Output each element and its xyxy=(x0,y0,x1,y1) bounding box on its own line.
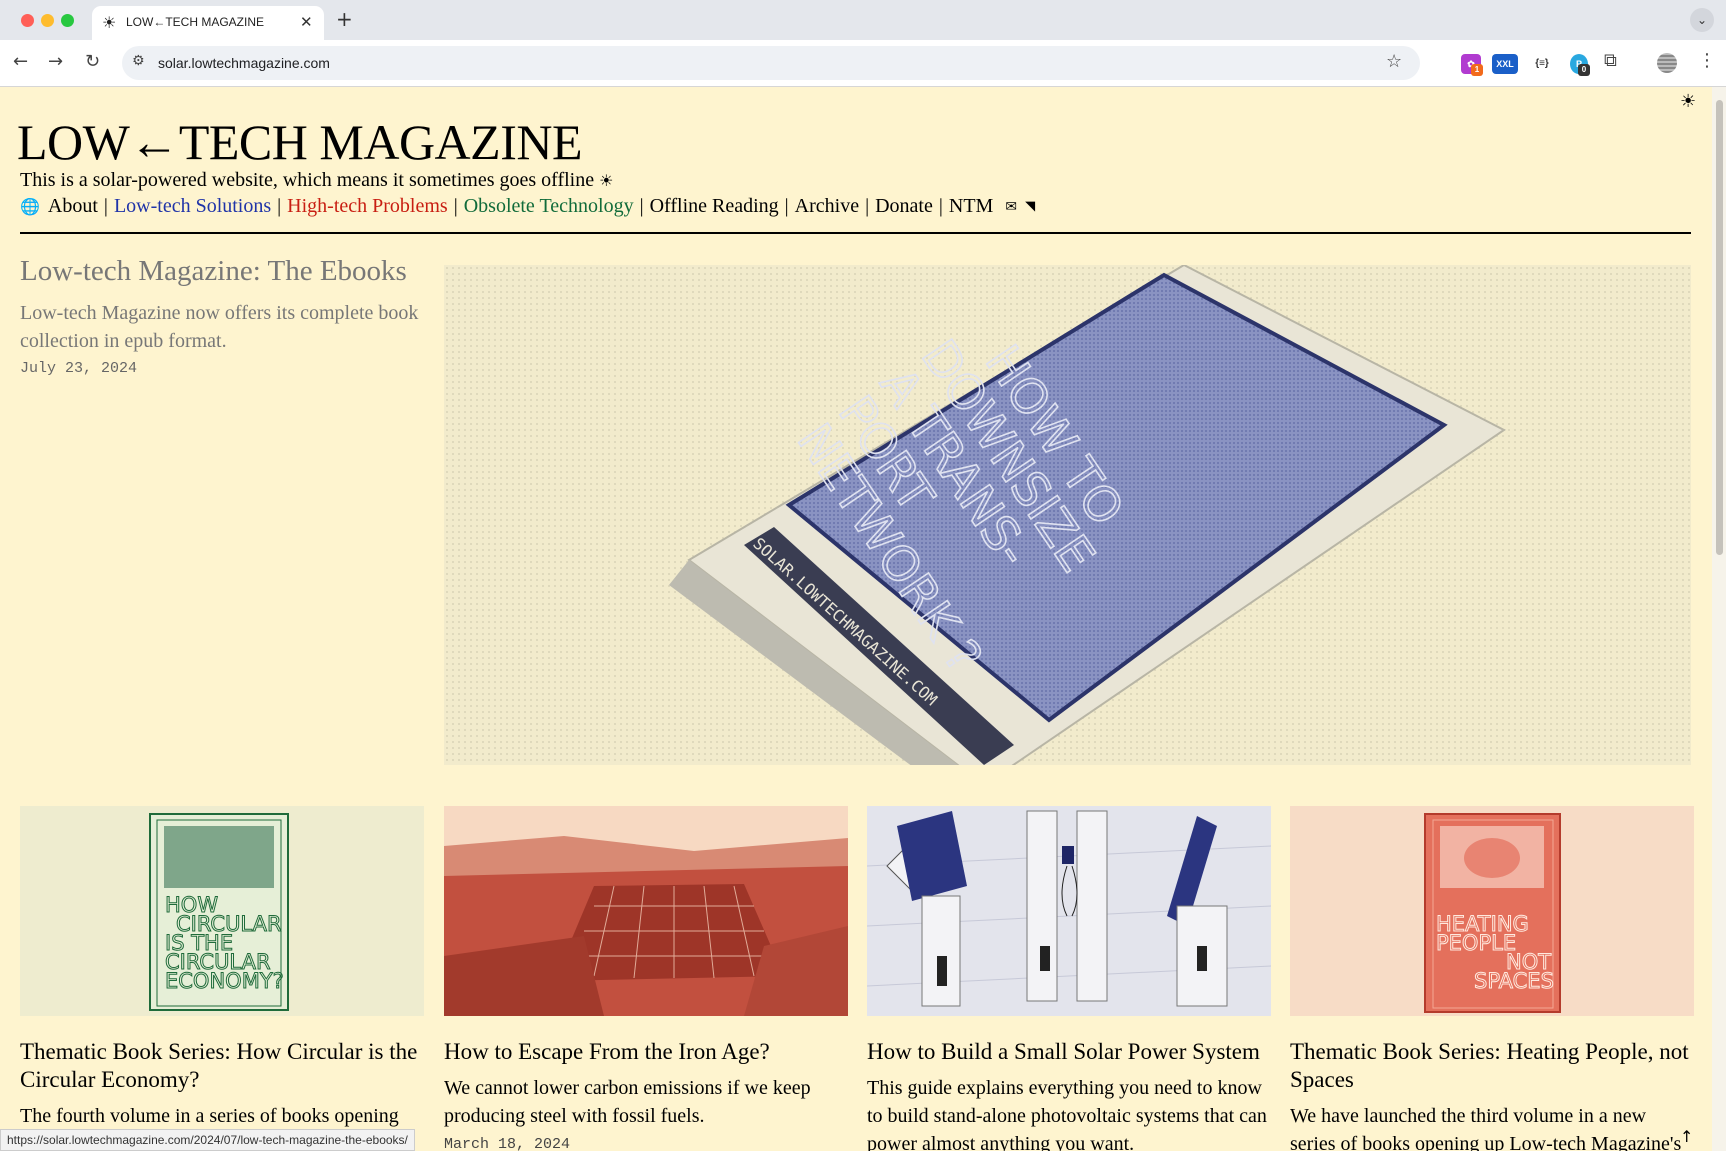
close-tab-icon[interactable]: ✕ xyxy=(300,13,313,31)
tagline-text: This is a solar-powered website, which m… xyxy=(20,169,595,191)
browser-chrome: ☀ LOW←TECH MAGAZINE ✕ + ⌄ ← → ↻ ⚙ solar.… xyxy=(0,0,1726,87)
extension-json-icon[interactable]: {≡} xyxy=(1532,54,1552,74)
book-cover-illustration: HOW CIRCULAR IS THE CIRCULAR ECONOMY? xyxy=(149,813,289,1011)
menu-item-offline-reading[interactable]: Offline Reading xyxy=(650,195,779,218)
card-title[interactable]: How to Escape From the Iron Age? xyxy=(444,1038,848,1066)
minimize-window-button[interactable] xyxy=(41,14,54,27)
close-window-button[interactable] xyxy=(21,14,34,27)
reload-icon[interactable]: ↻ xyxy=(85,51,100,72)
forward-arrow-icon[interactable]: → xyxy=(48,51,63,72)
menu-separator: | xyxy=(938,195,943,217)
address-bar[interactable]: ⚙ solar.lowtechmagazine.com ☆ xyxy=(122,46,1420,80)
card-title[interactable]: Thematic Book Series: Heating People, no… xyxy=(1290,1038,1694,1094)
browser-menu-icon[interactable]: ⋮ xyxy=(1698,50,1716,71)
browser-toolbar: ← → ↻ ⚙ solar.lowtechmagazine.com ☆ ✿ 1 … xyxy=(0,40,1726,87)
article-card: How to Escape From the Iron Age? We cann… xyxy=(444,806,848,1151)
card-title[interactable]: Thematic Book Series: How Circular is th… xyxy=(20,1038,424,1094)
web-page: ☀ LOW←TECH MAGAZINE This is a solar-powe… xyxy=(0,87,1712,1151)
tab-search-chevron-icon[interactable]: ⌄ xyxy=(1690,8,1714,32)
main-menu: 🌐 About | Low-tech Solutions | High-tech… xyxy=(20,195,1035,218)
hero-ebook-reader-image[interactable]: SOLAR.LOWTECHMAGAZINE.COM HOW TO DOWNSIZ… xyxy=(444,265,1691,765)
extension-badge: 1 xyxy=(1471,64,1483,76)
card-summary: The fourth volume in a series of books o… xyxy=(20,1105,399,1127)
article-card: HOW CIRCULAR IS THE CIRCULAR ECONOMY? Th… xyxy=(20,806,424,1130)
card-title[interactable]: How to Build a Small Solar Power System xyxy=(867,1038,1271,1066)
mining-landscape-illustration xyxy=(444,806,848,1016)
menu-item-low-tech-solutions[interactable]: Low-tech Solutions xyxy=(114,195,271,218)
active-tab[interactable]: ☀ LOW←TECH MAGAZINE ✕ xyxy=(92,6,324,40)
article-card: How to Build a Small Solar Power System … xyxy=(867,806,1271,1151)
extension-xxl-icon[interactable]: XXL xyxy=(1492,54,1518,74)
menu-separator: | xyxy=(453,195,458,217)
maximize-window-button[interactable] xyxy=(61,14,74,27)
globe-icon[interactable]: 🌐 xyxy=(20,197,40,216)
circular-economy-book-image[interactable]: HOW CIRCULAR IS THE CIRCULAR ECONOMY? xyxy=(20,806,424,1016)
menu-item-high-tech-problems[interactable]: High-tech Problems xyxy=(287,195,448,218)
menu-item-archive[interactable]: Archive xyxy=(795,195,859,218)
card-date: March 18, 2024 xyxy=(444,1136,571,1151)
book-cover-illustration: HEATING PEOPLE NOT SPACES xyxy=(1424,813,1561,1013)
menu-separator: | xyxy=(103,195,108,217)
back-to-top-arrow-icon[interactable]: ↑ xyxy=(1680,1127,1693,1146)
hero-article-title[interactable]: Low-tech Magazine: The Ebooks xyxy=(20,255,407,288)
hero-article-date: July 23, 2024 xyxy=(20,360,138,377)
profile-avatar[interactable] xyxy=(1657,53,1677,73)
solar-panels-illustration xyxy=(867,806,1271,1016)
menu-item-ntm[interactable]: NTM xyxy=(949,195,993,218)
site-info-icon[interactable]: ⚙ xyxy=(132,53,145,69)
rss-icon[interactable]: ◥ xyxy=(1025,199,1035,214)
tab-strip: ☀ LOW←TECH MAGAZINE ✕ + ⌄ xyxy=(0,0,1726,40)
new-tab-button[interactable]: + xyxy=(336,7,353,31)
cover-line-5: ECONOMY? xyxy=(165,969,284,993)
menu-separator: | xyxy=(639,195,644,217)
extensions-puzzle-icon[interactable]: ⧉ xyxy=(1604,50,1617,71)
heating-people-book-image[interactable]: HEATING PEOPLE NOT SPACES xyxy=(1290,806,1694,1016)
menu-item-about[interactable]: About xyxy=(48,195,98,218)
extension-badge: 0 xyxy=(1578,64,1590,76)
bookmark-star-icon[interactable]: ☆ xyxy=(1386,51,1402,72)
hero-article-summary: Low-tech Magazine now offers its complet… xyxy=(20,302,419,352)
solar-power-system-image[interactable] xyxy=(867,806,1271,1016)
url-text[interactable]: solar.lowtechmagazine.com xyxy=(158,55,330,71)
mail-icon[interactable]: ✉ xyxy=(1005,199,1017,215)
menu-item-donate[interactable]: Donate xyxy=(875,195,933,218)
menu-separator: | xyxy=(277,195,282,217)
article-card: HEATING PEOPLE NOT SPACES Thematic Book … xyxy=(1290,806,1694,1151)
iron-age-landscape-image[interactable] xyxy=(444,806,848,1016)
link-status-tooltip: https://solar.lowtechmagazine.com/2024/0… xyxy=(0,1129,415,1151)
card-summary: We cannot lower carbon emissions if we k… xyxy=(444,1077,811,1127)
menu-item-obsolete-technology[interactable]: Obsolete Technology xyxy=(464,195,634,218)
menu-separator: | xyxy=(865,195,870,217)
site-tagline: This is a solar-powered website, which m… xyxy=(20,169,613,192)
cover-line-4: SPACES xyxy=(1474,969,1554,993)
sun-toggle-icon[interactable]: ☀ xyxy=(1680,91,1696,112)
scrollbar-thumb[interactable] xyxy=(1716,100,1723,555)
card-summary: This guide explains everything you need … xyxy=(867,1077,1267,1151)
cover-line-2: PEOPLE xyxy=(1436,931,1516,955)
sun-icon: ☀ xyxy=(102,13,117,32)
menu-separator: | xyxy=(784,195,789,217)
card-summary: We have launched the third volume in a n… xyxy=(1290,1105,1682,1151)
tab-title: LOW←TECH MAGAZINE xyxy=(126,15,265,29)
ebook-reader-illustration: SOLAR.LOWTECHMAGAZINE.COM HOW TO DOWNSIZ… xyxy=(444,265,1691,765)
site-masthead[interactable]: LOW←TECH MAGAZINE xyxy=(17,113,583,171)
header-divider xyxy=(20,232,1691,234)
sun-icon: ☀ xyxy=(599,171,614,190)
back-arrow-icon[interactable]: ← xyxy=(13,51,28,72)
